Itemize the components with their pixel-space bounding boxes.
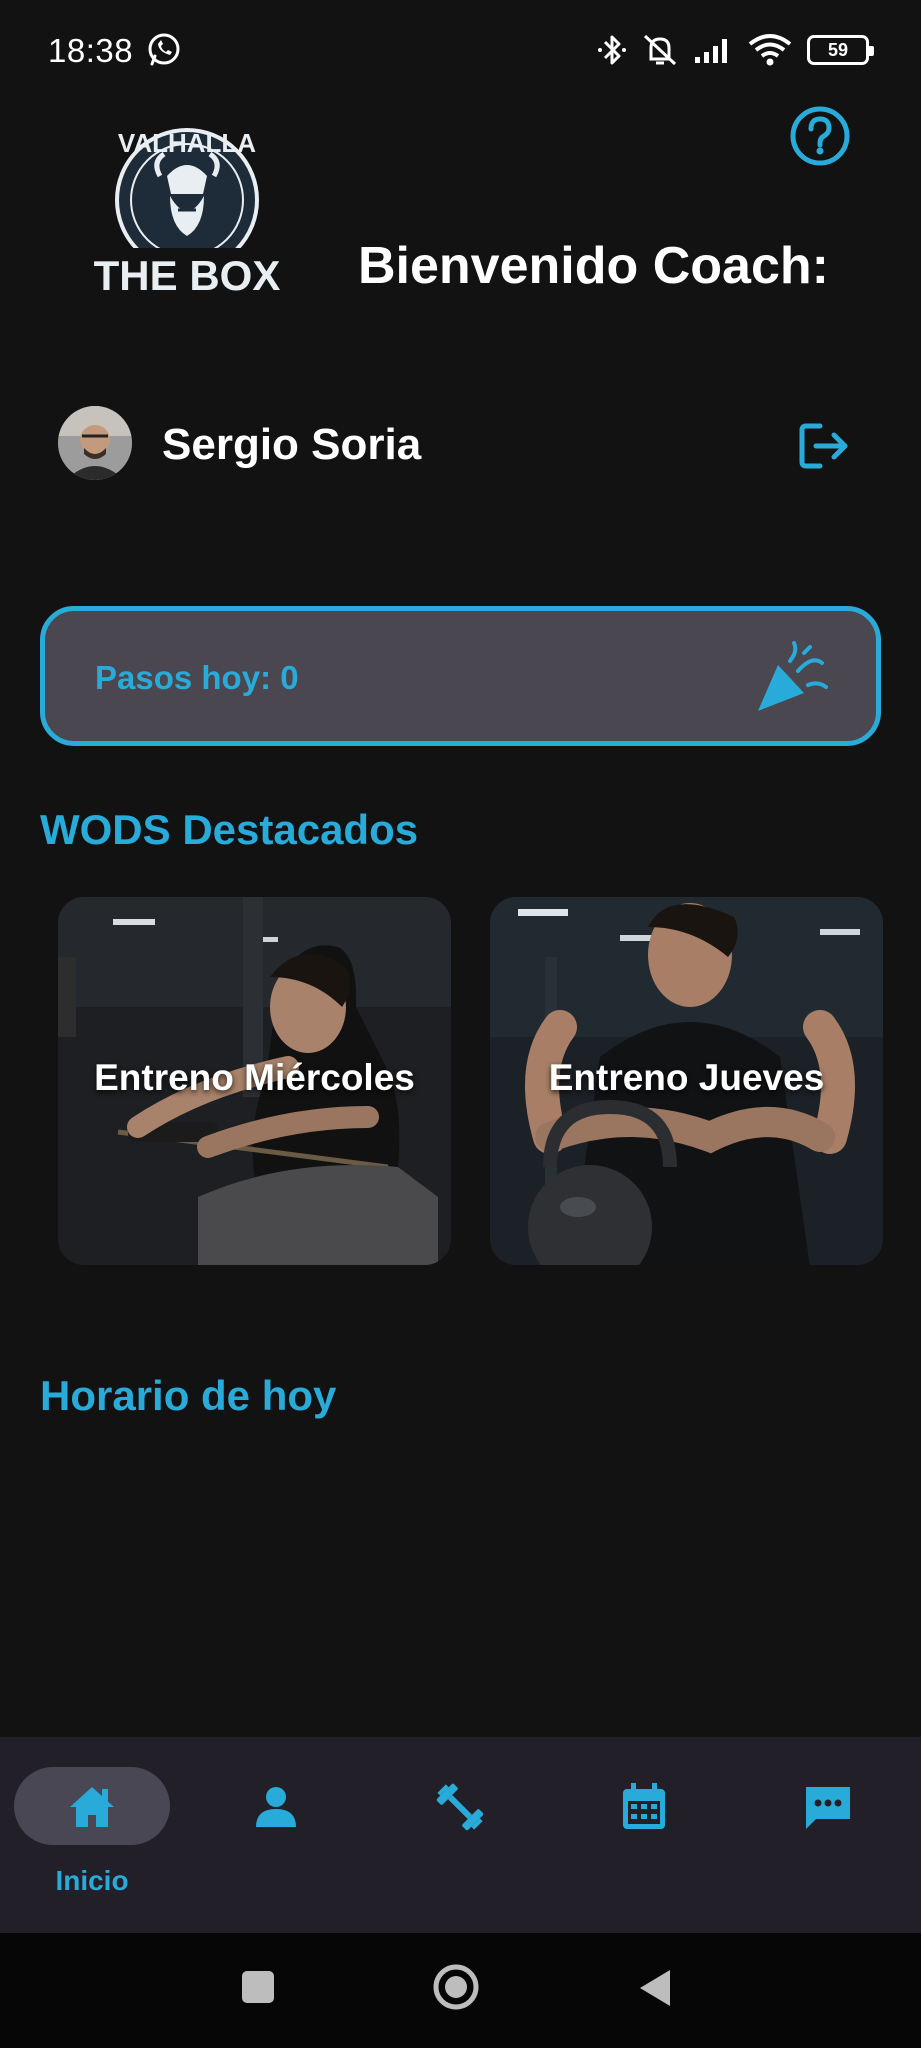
help-icon[interactable] bbox=[788, 104, 852, 168]
logo-text-top: VALHALLA bbox=[118, 128, 256, 158]
system-nav-bar bbox=[0, 1933, 921, 2048]
steps-label: Pasos hoy: 0 bbox=[95, 659, 299, 696]
steps-card[interactable]: Pasos hoy: 0 bbox=[40, 606, 881, 746]
wifi-icon bbox=[748, 34, 792, 66]
status-bar: 18:38 59 bbox=[0, 0, 921, 100]
avatar-photo bbox=[58, 406, 132, 480]
dumbbell-icon bbox=[436, 1783, 484, 1831]
battery-level: 59 bbox=[827, 39, 849, 60]
nav-item-workouts[interactable] bbox=[420, 1737, 500, 1933]
mute-icon bbox=[643, 34, 677, 66]
nav-item-messages[interactable] bbox=[788, 1737, 868, 1933]
back-button-icon[interactable] bbox=[636, 1967, 674, 2009]
status-time: 18:38 bbox=[48, 32, 134, 69]
nav-item-profile[interactable] bbox=[236, 1737, 316, 1933]
nav-item-inicio[interactable]: Inicio bbox=[12, 1737, 172, 1933]
calendar-icon bbox=[623, 1783, 665, 1829]
chat-icon bbox=[806, 1787, 850, 1829]
valhalla-logo: VALHALLA THE BOX bbox=[94, 128, 281, 298]
home-icon bbox=[70, 1787, 114, 1827]
wod-label: Entreno Jueves bbox=[548, 1057, 825, 1098]
bluetooth-icon bbox=[598, 35, 626, 65]
status-icons: 59 bbox=[597, 30, 874, 70]
wod-label: Entreno Miércoles bbox=[94, 1057, 415, 1098]
wod-card-miercoles[interactable]: Entreno Miércoles bbox=[58, 897, 451, 1265]
avatar[interactable] bbox=[58, 406, 132, 480]
nav-item-calendar[interactable] bbox=[604, 1737, 684, 1933]
whatsapp-icon bbox=[148, 33, 180, 66]
party-popper-icon bbox=[758, 641, 828, 711]
schedule-title: Horario de hoy bbox=[40, 1372, 337, 1419]
logo-text-bottom: THE BOX bbox=[94, 252, 281, 298]
welcome-title: Bienvenido Coach: bbox=[358, 237, 829, 295]
bottom-nav: Inicio bbox=[0, 1737, 921, 1933]
app-screen: 18:38 59 VALHALLA THE BOX Bienvenido Coa… bbox=[0, 0, 921, 2048]
signal-icon bbox=[695, 39, 727, 63]
person-icon bbox=[256, 1787, 296, 1827]
user-name: Sergio Soria bbox=[162, 420, 422, 469]
wods-title: WODS Destacados bbox=[40, 806, 419, 853]
recents-button-icon[interactable] bbox=[240, 1969, 276, 2005]
wod-card-jueves[interactable]: Entreno Jueves bbox=[490, 897, 883, 1265]
home-button-icon[interactable] bbox=[432, 1963, 480, 2011]
nav-label-inicio: Inicio bbox=[55, 1865, 129, 1896]
logout-icon[interactable] bbox=[796, 418, 852, 474]
battery-indicator: 59 bbox=[807, 35, 874, 65]
